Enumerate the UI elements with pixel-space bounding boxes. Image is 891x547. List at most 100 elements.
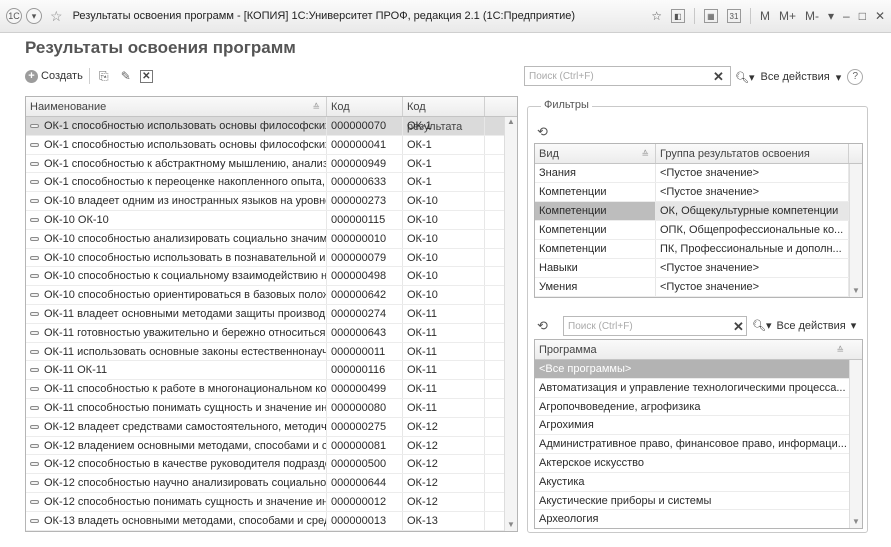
programs-scrollbar[interactable]: ▼: [849, 360, 862, 528]
filter-row[interactable]: Навыки <Пустое значение>: [535, 259, 862, 278]
cell-name: ОК-11 способностью понимать сущность и з…: [26, 398, 327, 417]
table-row[interactable]: ОК-12 способностью в качестве руководите…: [26, 455, 517, 475]
favorite-star-icon[interactable]: ☆: [50, 8, 63, 25]
program-row[interactable]: Агрохимия: [535, 416, 850, 436]
table-row[interactable]: ОК-1 способностью к абстрактному мышлени…: [26, 154, 517, 174]
help-icon[interactable]: ?: [847, 69, 864, 85]
column-header-name[interactable]: Наименование ≙: [26, 97, 327, 116]
element-icon: [30, 406, 39, 411]
clear-program-search-icon[interactable]: ✕: [733, 319, 744, 335]
cell-name: ОК-12 владением основными методами, спос…: [26, 436, 327, 455]
sort-icon: ≙: [312, 102, 320, 112]
table-row[interactable]: ОК-10 ОК-10 000000115 ОК-10: [26, 210, 517, 230]
scroll-down-icon[interactable]: ▼: [850, 286, 862, 295]
filter-row[interactable]: Знания <Пустое значение>: [535, 164, 862, 183]
element-icon: [30, 500, 39, 505]
app-menu-icon[interactable]: 1С: [6, 8, 22, 24]
copy-icon[interactable]: ⎘: [96, 68, 112, 84]
table-row[interactable]: ОК-11 способностью к работе в многонацио…: [26, 380, 517, 399]
element-icon: [30, 255, 39, 260]
all-actions-button[interactable]: Все действия: [761, 71, 830, 83]
cell-kind: Компетенции: [535, 240, 656, 258]
column-header-program[interactable]: Программа ≙: [535, 340, 862, 360]
table-row[interactable]: ОК-10 способностью к социальному взаимод…: [26, 267, 517, 287]
program-all-actions-button[interactable]: Все действия: [777, 320, 846, 332]
close-icon[interactable]: ✕: [875, 9, 885, 23]
edit-pencil-icon[interactable]: ✎: [118, 68, 134, 84]
window-menu-icon[interactable]: ▾: [26, 8, 42, 24]
cell-result-code: ОК-1: [403, 173, 485, 192]
table-row[interactable]: ОК-11 владеет основными методами защиты …: [26, 304, 517, 324]
all-actions-chevron-icon[interactable]: ▾: [836, 71, 842, 84]
program-row[interactable]: Автоматизация и управление технологическ…: [535, 379, 850, 398]
table-row[interactable]: ОК-13 владеть основными методами, способ…: [26, 511, 517, 531]
program-search-icon[interactable]: 🔍︎▾: [752, 319, 772, 332]
cell-result-code: ОК-12: [403, 492, 485, 511]
cell-result-code: ОК-10: [403, 286, 485, 304]
table-row[interactable]: ОК-10 способностью анализировать социаль…: [26, 229, 517, 249]
maximize-icon[interactable]: □: [859, 9, 866, 23]
column-header-kind[interactable]: Вид ≙: [535, 144, 656, 163]
search-icon[interactable]: 🔍︎▾: [735, 71, 755, 84]
element-icon: [30, 424, 39, 429]
program-row[interactable]: Акустические приборы и системы: [535, 492, 850, 511]
table-row[interactable]: ОК-10 способностью ориентироваться в баз…: [26, 286, 517, 305]
filter-row[interactable]: Умения <Пустое значение>: [535, 278, 862, 297]
minimize-icon[interactable]: –: [843, 9, 850, 23]
table-row[interactable]: ОК-11 использовать основные законы естес…: [26, 342, 517, 362]
search-input[interactable]: Поиск (Ctrl+F): [524, 66, 731, 86]
cell-result-code: ОК-12: [403, 474, 485, 492]
program-row[interactable]: <Все программы>: [535, 360, 850, 379]
program-search-input[interactable]: Поиск (Ctrl+F): [563, 316, 747, 336]
results-scrollbar[interactable]: ▲ ▼: [504, 117, 517, 531]
program-row[interactable]: Археология: [535, 510, 850, 528]
table-row[interactable]: ОК-12 способностью понимать сущность и з…: [26, 492, 517, 512]
memory-mplus-button[interactable]: M+: [779, 9, 796, 23]
column-header-result-code[interactable]: Код результата: [403, 97, 485, 133]
filter-row[interactable]: Компетенции ПК, Профессиональные и дополн…: [535, 240, 862, 259]
calculator-icon[interactable]: ▦: [703, 9, 718, 23]
scroll-down-icon[interactable]: ▼: [850, 517, 862, 526]
program-row[interactable]: Акустика: [535, 473, 850, 492]
table-row[interactable]: ОК-12 владением основными методами, спос…: [26, 436, 517, 456]
refresh-filters-icon[interactable]: ⟲: [537, 124, 548, 140]
delete-mark-icon[interactable]: ✕: [139, 69, 153, 83]
table-row[interactable]: ОК-11 ОК-11 000000116 ОК-11: [26, 361, 517, 381]
table-row[interactable]: ОК-12 владеет средствами самостоятельног…: [26, 417, 517, 437]
table-row[interactable]: ОК-11 готовностью уважительно и бережно …: [26, 323, 517, 343]
scroll-up-icon[interactable]: ▲: [505, 117, 517, 126]
clear-search-icon[interactable]: ✕: [713, 69, 724, 85]
memory-mminus-button[interactable]: M-: [805, 9, 819, 23]
column-header-code[interactable]: Код: [327, 97, 403, 116]
element-icon: [30, 481, 39, 486]
filter-row[interactable]: Компетенции ОК, Общекультурные компетенци…: [535, 202, 862, 221]
filter-row[interactable]: Компетенции <Пустое значение>: [535, 183, 862, 202]
scroll-down-icon[interactable]: ▼: [505, 520, 517, 529]
window-title: Результаты освоения программ - [КОПИЯ] 1…: [72, 10, 576, 22]
program-row[interactable]: Административное право, финансовое право…: [535, 435, 850, 454]
program-row[interactable]: Агропочвоведение, агрофизика: [535, 398, 850, 417]
create-button[interactable]: + Создать: [25, 69, 83, 83]
element-icon: [30, 293, 39, 298]
filter-row[interactable]: Компетенции ОПК, Общепрофессиональные ко.…: [535, 221, 862, 240]
calendar-icon[interactable]: 31: [726, 9, 741, 23]
cell-code: 000000949: [327, 154, 403, 173]
filter-groups-scrollbar[interactable]: ▼: [849, 164, 862, 297]
cell-result-code: ОК-11: [403, 342, 485, 361]
table-row[interactable]: ОК-10 способностью использовать в познав…: [26, 248, 517, 268]
program-row[interactable]: Актерское искусство: [535, 454, 850, 473]
favorite-icon[interactable]: ☆: [651, 9, 662, 23]
memory-m-button[interactable]: M: [760, 9, 770, 23]
table-row[interactable]: ОК-11 способностью понимать сущность и з…: [26, 398, 517, 418]
title-bar-controls: ☆ ◧ ▦ 31 M M+ M- ▾ – □ ✕: [651, 8, 885, 24]
table-row[interactable]: ОК-1 способностью использовать основы фи…: [26, 117, 517, 136]
history-icon[interactable]: ◧: [670, 9, 685, 23]
table-row[interactable]: ОК-12 способностью научно анализировать …: [26, 474, 517, 493]
dropdown-icon[interactable]: ▾: [828, 9, 834, 23]
program-actions-chevron-icon[interactable]: ▾: [851, 319, 857, 332]
table-row[interactable]: ОК-1 способностью к переоценке накопленн…: [26, 173, 517, 193]
column-header-group[interactable]: Группа результатов освоения: [656, 144, 849, 163]
refresh-programs-icon[interactable]: ⟲: [537, 318, 548, 334]
table-row[interactable]: ОК-1 способностью использовать основы фи…: [26, 135, 517, 155]
table-row[interactable]: ОК-10 владеет одним из иностранных языко…: [26, 192, 517, 211]
